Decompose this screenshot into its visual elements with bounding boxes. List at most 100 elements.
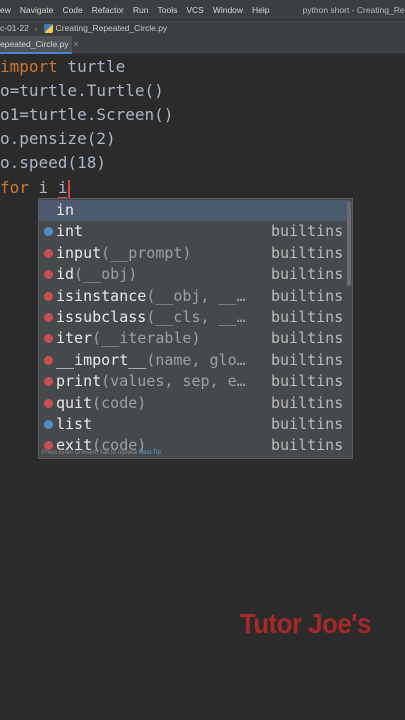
item-name: __import__(name, glo… (56, 350, 246, 371)
menu-navigate[interactable]: Navigate (20, 5, 54, 15)
menu-code[interactable]: Code (62, 5, 82, 15)
typed-text: i (57, 178, 68, 199)
autocomplete-item[interactable]: input(__prompt) builtins (39, 243, 349, 264)
item-source: builtins (271, 415, 344, 433)
menu-window[interactable]: Window (213, 5, 243, 15)
item-source: builtins (271, 393, 344, 412)
item-identifier: in (56, 201, 75, 219)
function-icon (44, 313, 53, 322)
autocomplete-item[interactable]: int builtins (39, 221, 349, 242)
item-identifier: int (56, 222, 84, 241)
popup-hint: Press Enter to insert, Tab to replace Ne… (42, 450, 161, 456)
hint-text: Press Enter to insert, Tab to replace (42, 450, 138, 456)
item-name: list (56, 414, 92, 435)
code-text: o.pensize(2) (0, 129, 116, 148)
item-source: builtins (271, 222, 344, 241)
code-text: i (28, 178, 58, 197)
chevron-right-icon: › (34, 23, 38, 33)
item-source: builtins (271, 286, 344, 305)
menu-tools[interactable]: Tools (157, 5, 177, 15)
menu-run[interactable]: Run (133, 5, 149, 15)
autocomplete-item[interactable]: print(values, sep, e… builtins (39, 371, 349, 392)
tab-creating-repeated-circle[interactable]: epeated_Circle.py × (0, 36, 79, 54)
function-icon (44, 270, 53, 280)
function-icon (44, 377, 53, 387)
item-signature: (__iterable) (92, 329, 201, 348)
code-line-4: o.pensize(2) (0, 127, 116, 151)
item-signature: (code) (92, 393, 147, 412)
code-keyword: import (0, 57, 58, 76)
item-name: input(__prompt) (56, 243, 191, 264)
item-identifier: quit (56, 393, 93, 412)
autocomplete-item[interactable]: quit(code) builtins (39, 393, 349, 414)
item-identifier: print (56, 372, 102, 391)
window-title: python short - Creating_Repeated_Circle.… (302, 4, 405, 15)
function-icon (44, 355, 53, 365)
popup-scrollbar[interactable] (347, 201, 351, 286)
code-text: o1=turtle.Screen() (0, 105, 174, 124)
item-source: builtins (271, 372, 344, 391)
editor-tab-bar: epeated_Circle.py × (0, 36, 405, 54)
function-icon (44, 398, 53, 408)
item-signature: (__obj) (74, 265, 138, 284)
menu-bar: ew Navigate Code Refactor Run Tools VCS … (0, 0, 405, 19)
autocomplete-item[interactable]: id(__obj) builtins (39, 264, 349, 285)
item-source: builtins (271, 350, 344, 369)
code-line-3: o1=turtle.Screen() (0, 103, 173, 127)
autocomplete-popup: in int builtins input(__prompt) builtins id(_… (38, 198, 353, 459)
item-signature: (values, sep, e… (101, 372, 246, 391)
code-line-2: o=turtle.Turtle() (0, 79, 164, 103)
item-name: int (56, 221, 83, 242)
python-file-icon (43, 23, 53, 33)
item-name: iter(__iterable) (56, 328, 201, 349)
menu-view[interactable]: ew (0, 5, 11, 15)
function-icon (44, 248, 53, 258)
item-source: builtins (271, 243, 344, 262)
item-signature: (__cls, __… (146, 308, 246, 326)
autocomplete-item[interactable]: isinstance(__obj, __… builtins (39, 286, 349, 307)
item-signature: (name, glo… (146, 350, 246, 369)
next-tip-link[interactable]: Next Tip (139, 450, 161, 456)
item-identifier: list (56, 415, 93, 433)
watermark-logo: Tutor Joe's (240, 608, 371, 639)
breadcrumb-folder[interactable]: c-01-22 (0, 23, 29, 33)
item-identifier: __import__ (56, 350, 147, 369)
menu-refactor[interactable]: Refactor (92, 5, 124, 15)
code-text: o=turtle.Turtle() (0, 81, 164, 100)
item-source: builtins (271, 436, 344, 455)
code-text: o.speed(18) (0, 153, 106, 172)
item-name: quit(code) (56, 393, 146, 414)
item-signature: (__obj, __… (146, 286, 246, 305)
text-caret (68, 179, 71, 198)
close-icon[interactable]: × (74, 39, 79, 49)
item-source: builtins (271, 329, 344, 348)
autocomplete-item[interactable]: list builtins (39, 414, 349, 435)
item-name: isinstance(__obj, __… (56, 286, 246, 307)
breadcrumb-file[interactable]: Creating_Repeated_Circle.py (56, 23, 168, 33)
code-line-5: o.speed(18) (0, 151, 106, 175)
menu-vcs[interactable]: VCS (186, 5, 203, 15)
autocomplete-item[interactable]: in (39, 200, 349, 221)
item-name: in (56, 200, 74, 221)
code-line-1: import turtle (0, 55, 125, 79)
autocomplete-item[interactable]: __import__(name, glo… builtins (39, 350, 349, 371)
code-text: turtle (57, 57, 126, 76)
tab-label: epeated_Circle.py (0, 39, 69, 49)
function-icon (44, 291, 53, 301)
item-name: id(__obj) (56, 264, 137, 285)
item-identifier: id (56, 265, 75, 284)
item-source: builtins (271, 308, 344, 326)
item-identifier: input (56, 243, 102, 262)
code-line-6: for i i (0, 176, 71, 200)
autocomplete-item[interactable]: issubclass(__cls, __… builtins (39, 307, 349, 328)
autocomplete-item[interactable]: iter(__iterable) builtins (39, 328, 349, 349)
item-signature: (__prompt) (101, 243, 192, 262)
code-keyword: for (0, 178, 29, 197)
item-name: issubclass(__cls, __… (56, 307, 246, 328)
function-icon (44, 334, 53, 344)
class-icon (44, 420, 53, 429)
item-name: print(values, sep, e… (56, 371, 246, 392)
breadcrumb: c-01-22 › Creating_Repeated_Circle.py (0, 19, 405, 36)
menu-help[interactable]: Help (252, 5, 269, 15)
item-source: builtins (271, 265, 344, 284)
